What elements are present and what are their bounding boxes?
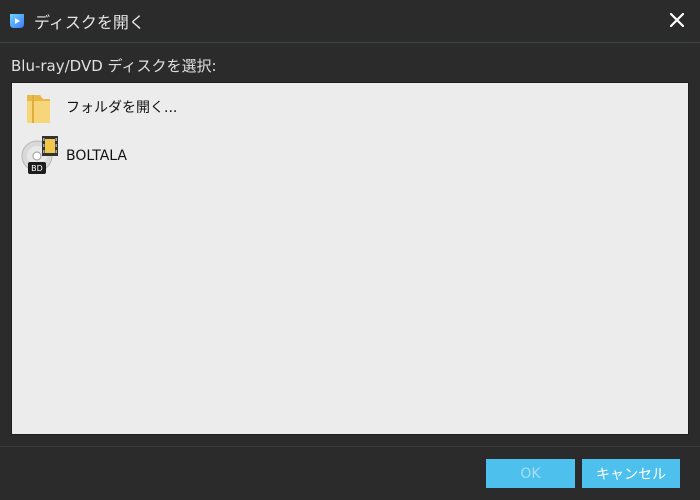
bd-badge: BD [31, 164, 43, 173]
ok-button[interactable]: OK [486, 459, 575, 488]
list-item-open-folder[interactable]: フォルダを開く... [20, 87, 177, 127]
cancel-button[interactable]: キャンセル [582, 459, 680, 488]
list-item-label: フォルダを開く... [66, 100, 178, 116]
list-item-label: BOLTALA [66, 148, 127, 164]
bluray-disc-icon: BD [20, 136, 60, 176]
footer-divider [0, 446, 700, 447]
select-disc-prompt: Blu-ray/DVD ディスクを選択: [11, 57, 217, 75]
close-button[interactable] [664, 6, 690, 34]
disc-list[interactable]: フォルダを開く... BD BOLTALA [11, 82, 689, 435]
folder-icon [20, 87, 60, 127]
close-icon [669, 12, 685, 28]
title-bar: ディスクを開く [0, 0, 700, 43]
window-title: ディスクを開く [34, 13, 145, 32]
list-item-disc[interactable]: BD BOLTALA [20, 136, 127, 176]
app-logo-icon [8, 12, 26, 30]
